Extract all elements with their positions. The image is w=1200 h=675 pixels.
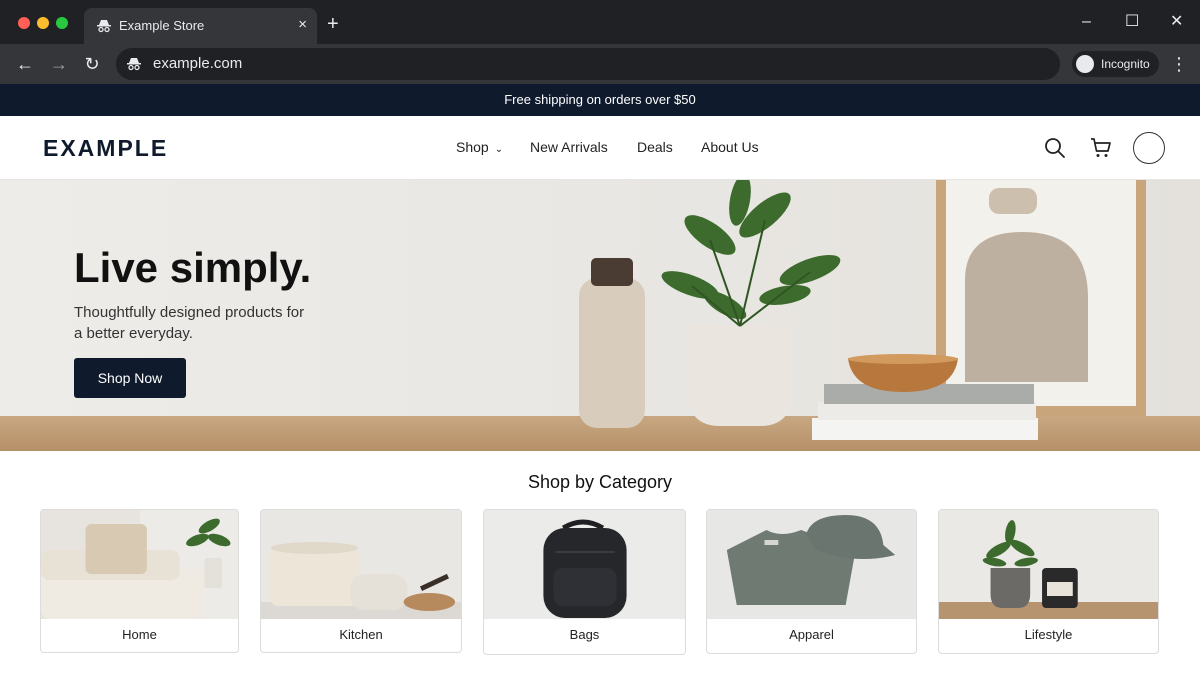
url-text[interactable]: example.com	[153, 55, 242, 72]
window-minimize-dot[interactable]	[37, 17, 49, 29]
back-button[interactable]: ←	[14, 53, 36, 75]
category-label-home: Home	[122, 627, 157, 642]
category-card-home[interactable]: Home	[40, 509, 239, 653]
apparel-category-image	[707, 510, 916, 619]
browser-menu-icon[interactable]: ⋮	[1170, 53, 1188, 75]
nav-deals[interactable]: Deals	[637, 139, 673, 155]
site-header: EXAMPLE Shop ⌄ New Arrivals Deals About U…	[0, 116, 1200, 180]
home-category-image	[41, 510, 238, 619]
cart-icon[interactable]	[1089, 136, 1113, 160]
new-tab-button[interactable]: +	[327, 12, 339, 36]
promo-text: Free shipping on orders over $50	[504, 92, 696, 107]
hero-subtitle: Thoughtfully designed products for a bet…	[74, 304, 305, 342]
hero-banner: Live simply. Thoughtfully designed produ…	[0, 180, 1200, 451]
maximize-button[interactable]: ☐	[1125, 12, 1139, 32]
browser-toolbar: ← → ↻ example.com Incognito ⋮	[0, 44, 1200, 84]
category-card-lifestyle[interactable]: Lifestyle	[938, 509, 1159, 654]
window-close-dot[interactable]	[18, 17, 30, 29]
account-avatar[interactable]	[1133, 132, 1165, 164]
incognito-label: Incognito	[1101, 57, 1150, 71]
reload-button[interactable]: ↻	[81, 53, 103, 75]
incognito-icon	[127, 58, 141, 71]
category-label-lifestyle: Lifestyle	[1024, 627, 1073, 642]
tab-title: Example Store	[119, 18, 205, 33]
category-label-bags: Bags	[569, 627, 600, 642]
nav-shop-label: Shop	[456, 139, 489, 155]
browser-tab[interactable]: Example Store ×	[84, 8, 317, 44]
bags-category-image	[484, 510, 685, 619]
window-zoom-dot[interactable]	[56, 17, 68, 29]
promo-bar: Free shipping on orders over $50	[0, 84, 1200, 116]
kitchen-category-image	[261, 510, 461, 619]
incognito-icon	[97, 20, 111, 33]
nav-shop[interactable]: Shop ⌄	[456, 139, 503, 155]
incognito-badge[interactable]: Incognito	[1072, 51, 1159, 77]
close-window-button[interactable]: ✕	[1170, 12, 1183, 32]
forward-button[interactable]: →	[48, 53, 70, 75]
category-card-apparel[interactable]: Apparel	[706, 509, 917, 654]
address-bar[interactable]: example.com	[116, 48, 1060, 80]
category-card-bags[interactable]: Bags	[483, 509, 686, 655]
hero-image	[579, 180, 1146, 440]
category-card-kitchen[interactable]: Kitchen	[260, 509, 462, 653]
minimize-button[interactable]: –	[1082, 12, 1091, 32]
category-section-title: Shop by Category	[527, 472, 673, 492]
tab-close-icon[interactable]: ×	[298, 16, 307, 34]
hero-title: Live simply.	[74, 244, 312, 291]
search-icon[interactable]	[1043, 136, 1067, 160]
category-label-kitchen: Kitchen	[339, 627, 383, 642]
incognito-icon	[1076, 55, 1094, 73]
nav-about-us[interactable]: About Us	[701, 139, 759, 155]
chevron-down-icon: ⌄	[494, 144, 504, 155]
browser-tab-bar: Example Store × + – ☐ ✕	[0, 0, 1200, 44]
nav-new-arrivals[interactable]: New Arrivals	[530, 139, 608, 155]
site-logo[interactable]: EXAMPLE	[43, 135, 168, 162]
lifestyle-category-image	[939, 510, 1158, 619]
category-label-apparel: Apparel	[789, 627, 834, 642]
shop-now-button[interactable]: Shop Now	[74, 358, 186, 398]
